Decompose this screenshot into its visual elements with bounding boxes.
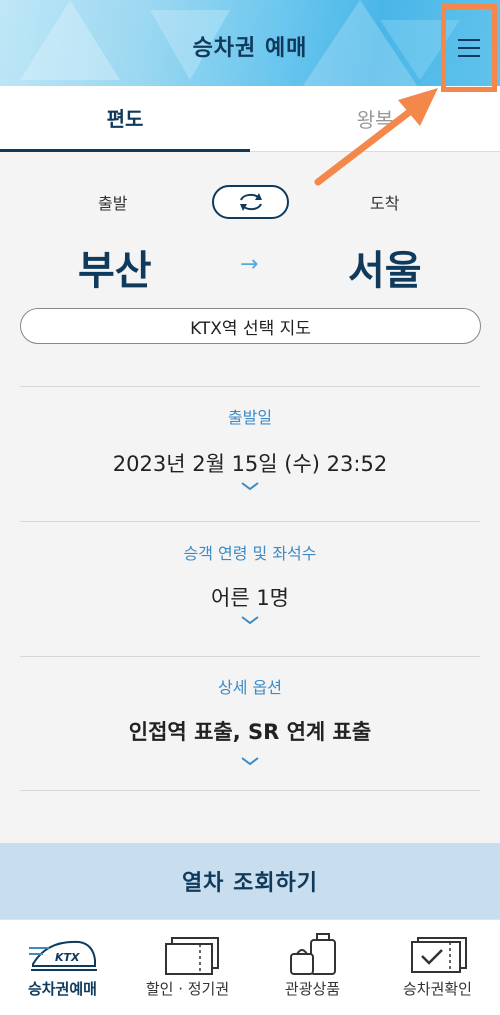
- page-title: 승차권 예매: [192, 36, 308, 61]
- divider: [20, 521, 480, 522]
- passenger-value[interactable]: 어른 1명: [0, 582, 500, 612]
- departure-station[interactable]: 부산: [78, 238, 152, 296]
- ktx-train-icon: KTX: [29, 940, 97, 971]
- bottom-navigation: KTX 승차권예매 할인 · 정기권 관광상품 승차권확인: [0, 919, 500, 1015]
- nav-label: 승차권확인: [402, 980, 472, 998]
- divider: [20, 386, 480, 387]
- discount-ticket-icon: [165, 937, 219, 975]
- detail-options-label: 상세 옵션: [218, 678, 282, 697]
- departure-label: 출발: [98, 194, 128, 213]
- nav-item-tour-products[interactable]: 관광상품: [250, 920, 375, 1015]
- nav-label: 관광상품: [284, 980, 341, 998]
- nav-item-ticket-check[interactable]: 승차권확인: [375, 920, 500, 1015]
- swap-icon: [239, 193, 262, 211]
- nav-label: 할인 · 정기권: [145, 980, 230, 998]
- station-map-button[interactable]: KTX역 선택 지도: [20, 308, 481, 344]
- nav-label: 승차권예매: [27, 980, 97, 998]
- app-header: 승차권 예매: [0, 0, 500, 86]
- menu-button[interactable]: [441, 4, 497, 92]
- passenger-label: 승객 연령 및 좌석수: [183, 544, 317, 563]
- departure-date-label: 출발일: [227, 408, 273, 427]
- chevron-down-icon[interactable]: [240, 614, 260, 626]
- search-trains-button[interactable]: 열차 조회하기: [0, 843, 500, 919]
- route-arrow-icon: →: [240, 252, 259, 277]
- arrival-label: 도착: [370, 194, 400, 213]
- svg-text:KTX: KTX: [55, 951, 80, 964]
- luggage-icon: [290, 933, 336, 975]
- ticket-check-icon: [411, 937, 467, 973]
- tab-round-trip[interactable]: 왕복: [250, 86, 500, 152]
- nav-item-ticket-booking[interactable]: KTX 승차권예매: [0, 920, 125, 1015]
- divider: [20, 656, 480, 657]
- arrival-station[interactable]: 서울: [348, 238, 422, 296]
- tab-one-way[interactable]: 편도: [0, 86, 250, 152]
- swap-stations-button[interactable]: [212, 185, 289, 219]
- chevron-down-icon[interactable]: [240, 755, 260, 767]
- nav-item-discount-pass[interactable]: 할인 · 정기권: [125, 920, 250, 1015]
- detail-options-value[interactable]: 인접역 표출, SR 연계 표출: [0, 716, 500, 746]
- chevron-down-icon[interactable]: [240, 480, 260, 492]
- trip-type-tabs: 편도 왕복: [0, 86, 500, 152]
- departure-date-value[interactable]: 2023년 2월 15일 (수) 23:52: [0, 448, 500, 478]
- hamburger-menu-icon: [458, 33, 480, 63]
- divider: [20, 790, 480, 791]
